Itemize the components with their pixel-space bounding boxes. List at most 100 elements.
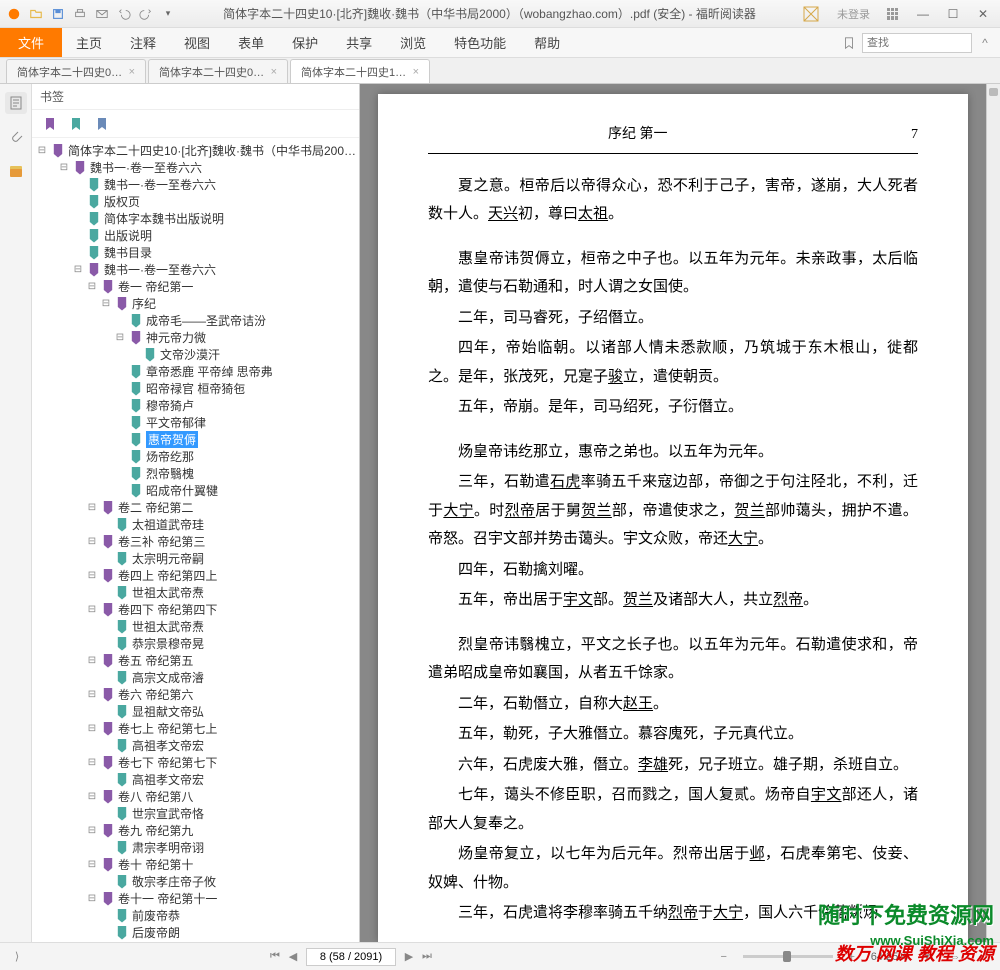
next-page-icon[interactable]: ▶: [400, 948, 418, 966]
tree-item[interactable]: ⊟卷四上 帝纪第四上: [34, 567, 357, 584]
email-icon[interactable]: [92, 4, 112, 24]
login-status[interactable]: 未登录: [831, 6, 876, 22]
tree-item[interactable]: 文帝沙漠汗: [34, 346, 357, 363]
tree-item[interactable]: ⊟卷七上 帝纪第七上: [34, 720, 357, 737]
tree-item[interactable]: ⊟魏书一·卷一至卷六六: [34, 261, 357, 278]
attachments-icon[interactable]: [5, 126, 27, 148]
tree-item[interactable]: 恭宗景穆帝晃: [34, 635, 357, 652]
tree-item[interactable]: 魏书目录: [34, 244, 357, 261]
add-bookmark-icon[interactable]: [68, 116, 84, 132]
tree-item[interactable]: 太宗明元帝嗣: [34, 550, 357, 567]
tree-item[interactable]: 出帝修: [34, 941, 357, 942]
menu-features[interactable]: 特色功能: [440, 28, 520, 57]
tree-item[interactable]: ⊟卷九 帝纪第九: [34, 822, 357, 839]
tree-item[interactable]: ⊟卷十一 帝纪第十一: [34, 890, 357, 907]
print-icon[interactable]: [70, 4, 90, 24]
tree-item[interactable]: ⊟卷七下 帝纪第七下: [34, 754, 357, 771]
tree-item[interactable]: 前废帝恭: [34, 907, 357, 924]
tree-item[interactable]: ⊟卷一 帝纪第一: [34, 278, 357, 295]
tree-item[interactable]: 肃宗孝明帝诩: [34, 839, 357, 856]
menu-browse[interactable]: 浏览: [386, 28, 440, 57]
tree-item[interactable]: 昭帝禄官 桓帝猗㐌: [34, 380, 357, 397]
tree-item[interactable]: 惠帝贺傉: [34, 431, 357, 448]
bookmark-icon[interactable]: [840, 34, 858, 52]
tree-item[interactable]: ⊟卷六 帝纪第六: [34, 686, 357, 703]
tab-close-icon[interactable]: ×: [413, 66, 419, 78]
file-tab[interactable]: 文件: [0, 28, 62, 57]
tree-item[interactable]: ⊟卷三补 帝纪第三: [34, 533, 357, 550]
dropdown-icon[interactable]: ▾: [158, 4, 178, 24]
open-icon[interactable]: [26, 4, 46, 24]
tree-item[interactable]: 版权页: [34, 193, 357, 210]
tree-item[interactable]: 高祖孝文帝宏: [34, 771, 357, 788]
prev-page-icon[interactable]: ◀: [284, 948, 302, 966]
save-icon[interactable]: [48, 4, 68, 24]
menu-protect[interactable]: 保护: [278, 28, 332, 57]
tree-item[interactable]: 出版说明: [34, 227, 357, 244]
tree-item[interactable]: ⊟卷四下 帝纪第四下: [34, 601, 357, 618]
zoom-knob[interactable]: [783, 951, 791, 962]
menu-form[interactable]: 表单: [224, 28, 278, 57]
tree-item[interactable]: 世宗宣武帝恪: [34, 805, 357, 822]
menu-share[interactable]: 共享: [332, 28, 386, 57]
menu-help[interactable]: 帮助: [520, 28, 574, 57]
zoom-out-icon[interactable]: −: [715, 948, 733, 966]
tree-item[interactable]: 烈帝翳槐: [34, 465, 357, 482]
maximize-icon[interactable]: ☐: [940, 4, 966, 24]
minimize-icon[interactable]: —: [910, 4, 936, 24]
doc-tab[interactable]: 简体字本二十四史07·[...×: [148, 59, 288, 83]
apps-icon[interactable]: [880, 4, 906, 24]
first-page-icon[interactable]: ⏮: [266, 948, 284, 966]
tab-close-icon[interactable]: ×: [271, 66, 277, 78]
collapse-ribbon-icon[interactable]: ^: [976, 34, 994, 52]
tree-root[interactable]: ⊟简体字本二十四史10·[北齐]魏收·魏书（中华书局2000）...: [34, 142, 357, 159]
menu-view[interactable]: 视图: [170, 28, 224, 57]
bookmark-tree[interactable]: ⊟简体字本二十四史10·[北齐]魏收·魏书（中华书局2000）...⊟魏书一·卷…: [32, 138, 359, 942]
tab-close-icon[interactable]: ×: [129, 66, 135, 78]
tree-item[interactable]: 世祖太武帝焘: [34, 618, 357, 635]
tree-item[interactable]: 魏书一·卷一至卷六六: [34, 176, 357, 193]
doc-tab-active[interactable]: 简体字本二十四史10·[北...×: [290, 59, 430, 83]
tree-item[interactable]: 高宗文成帝濬: [34, 669, 357, 686]
scrollbar-thumb[interactable]: [989, 88, 998, 96]
tree-item[interactable]: 太祖道武帝珪: [34, 516, 357, 533]
tree-item[interactable]: ⊟卷八 帝纪第八: [34, 788, 357, 805]
delete-bookmark-icon[interactable]: [94, 116, 110, 132]
menu-annotate[interactable]: 注释: [116, 28, 170, 57]
tree-item[interactable]: 成帝毛——圣武帝诘汾: [34, 312, 357, 329]
doc-tab[interactable]: 简体字本二十四史02·[...×: [6, 59, 146, 83]
tree-item[interactable]: ⊟魏书一·卷一至卷六六: [34, 159, 357, 176]
special-box-icon[interactable]: [801, 4, 827, 24]
tree-item[interactable]: ⊟序纪: [34, 295, 357, 312]
tree-item[interactable]: ⊟神元帝力微: [34, 329, 357, 346]
tree-item[interactable]: 世祖太武帝焘: [34, 584, 357, 601]
last-page-icon[interactable]: ⏭: [418, 948, 436, 966]
menu-home[interactable]: 主页: [62, 28, 116, 57]
tree-item[interactable]: 章帝悉鹿 平帝绰 思帝弗: [34, 363, 357, 380]
tree-item[interactable]: 后废帝朗: [34, 924, 357, 941]
expand-all-icon[interactable]: [42, 116, 58, 132]
redo-icon[interactable]: [136, 4, 156, 24]
tree-item[interactable]: ⊟卷二 帝纪第二: [34, 499, 357, 516]
comments-icon[interactable]: [5, 160, 27, 182]
page-number-input[interactable]: [306, 948, 396, 966]
undo-icon[interactable]: [114, 4, 134, 24]
vertical-scrollbar[interactable]: [986, 84, 1000, 942]
tree-item[interactable]: 昭成帝什翼犍: [34, 482, 357, 499]
tree-item[interactable]: 炀帝纥那: [34, 448, 357, 465]
document-view[interactable]: 序纪 第一 7 夏之意。桓帝后以帝得众心，恐不利于己子，害帝，遂崩，大人死者数十…: [360, 84, 986, 942]
expand-sidebar-icon[interactable]: ⟩: [8, 948, 26, 966]
tree-item[interactable]: 平文帝郁律: [34, 414, 357, 431]
tree-item[interactable]: 敬宗孝庄帝子攸: [34, 873, 357, 890]
tree-item[interactable]: 简体字本魏书出版说明: [34, 210, 357, 227]
tree-item[interactable]: ⊟卷十 帝纪第十: [34, 856, 357, 873]
tree-item[interactable]: 高祖孝文帝宏: [34, 737, 357, 754]
bookmarks-panel-icon[interactable]: [5, 92, 27, 114]
close-icon[interactable]: ✕: [970, 4, 996, 24]
tree-item[interactable]: 显祖献文帝弘: [34, 703, 357, 720]
tree-item[interactable]: ⊟卷五 帝纪第五: [34, 652, 357, 669]
tree-item[interactable]: 穆帝猗卢: [34, 397, 357, 414]
search-input[interactable]: [867, 37, 967, 49]
zoom-slider[interactable]: [743, 955, 833, 958]
search-box[interactable]: [862, 33, 972, 53]
